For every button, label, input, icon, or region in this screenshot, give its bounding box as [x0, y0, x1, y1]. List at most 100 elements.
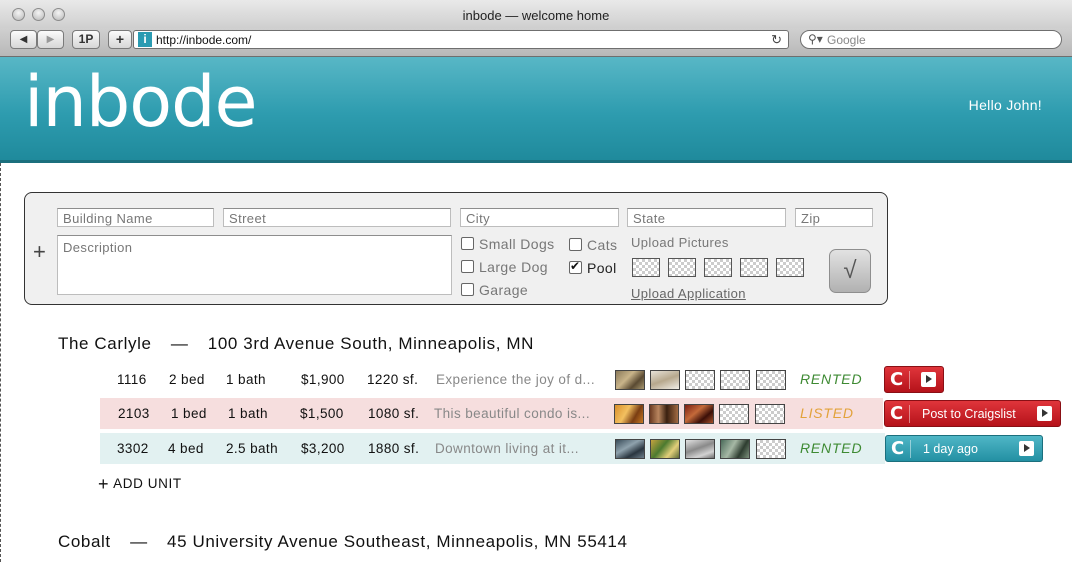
- site-favicon-icon: i: [138, 32, 152, 47]
- title-separator: —: [130, 532, 148, 551]
- large-dog-label: Large Dog: [479, 259, 548, 275]
- cats-label: Cats: [587, 237, 618, 253]
- unit-rent: $1,500: [300, 406, 344, 421]
- picture-slot[interactable]: [740, 258, 768, 277]
- site-header: inbode Hello John!: [0, 57, 1072, 163]
- unit-description: This beautiful condo is...: [434, 406, 590, 421]
- street-input[interactable]: Street: [223, 208, 451, 227]
- add-bookmark-button[interactable]: +: [108, 30, 132, 49]
- description-textarea[interactable]: Description: [57, 235, 452, 295]
- status-badge: RENTED: [800, 371, 863, 387]
- garage-checkbox[interactable]: Garage: [461, 282, 528, 298]
- pool-label: Pool: [587, 260, 617, 276]
- unit-beds: 2 bed: [169, 372, 205, 387]
- building-name[interactable]: The Carlyle: [58, 334, 152, 353]
- post-to-craigslist-button[interactable]: C Post to Craigslist: [884, 400, 1061, 427]
- empty-photo-slot[interactable]: [755, 404, 785, 424]
- empty-photo-slot[interactable]: [756, 439, 786, 459]
- picture-slot[interactable]: [668, 258, 696, 277]
- unit-number: 2103: [118, 406, 150, 421]
- pool-checkbox[interactable]: Pool: [569, 259, 617, 276]
- add-building-icon[interactable]: +: [33, 239, 46, 265]
- unit-photo[interactable]: [615, 439, 645, 459]
- large-dog-checkbox[interactable]: Large Dog: [461, 259, 548, 275]
- building-title: The Carlyle — 100 3rd Avenue South, Minn…: [58, 334, 534, 354]
- building-name-input[interactable]: Building Name: [57, 208, 214, 227]
- zip-input[interactable]: Zip: [795, 208, 873, 227]
- unit-description: Downtown living at it...: [435, 441, 579, 456]
- craigslist-button[interactable]: C: [884, 366, 944, 393]
- building-address: 100 3rd Avenue South, Minneapolis, MN: [207, 334, 534, 353]
- checkmark-icon: [569, 259, 582, 274]
- unit-sqft: 1880 sf.: [368, 441, 420, 456]
- unit-row[interactable]: 3302 4 bed 2.5 bath $3,200 1880 sf. Down…: [100, 433, 1043, 464]
- status-badge: RENTED: [800, 440, 863, 456]
- title-separator: —: [170, 334, 189, 353]
- onepassword-button[interactable]: 1P: [72, 30, 100, 49]
- status-badge: LISTED: [800, 405, 854, 421]
- cats-checkbox[interactable]: Cats: [569, 237, 617, 253]
- add-building-form: + Building Name Street City State Zip De…: [24, 192, 888, 305]
- empty-photo-slot[interactable]: [756, 370, 786, 390]
- unit-row[interactable]: 1116 2 bed 1 bath $1,900 1220 sf. Experi…: [100, 364, 960, 395]
- window-titlebar: inbode — welcome home: [0, 0, 1072, 28]
- building-address: 45 University Avenue Southeast, Minneapo…: [167, 532, 628, 551]
- play-arrow-icon: [1037, 406, 1052, 421]
- empty-photo-slot[interactable]: [720, 370, 750, 390]
- unit-baths: 1 bath: [226, 372, 266, 387]
- craigslist-button-label: Post to Craigslist: [922, 407, 1016, 421]
- craigslist-posted-button[interactable]: C 1 day ago: [885, 435, 1043, 462]
- url-text: http://inbode.com/: [156, 33, 252, 47]
- unit-number: 3302: [117, 441, 149, 456]
- unit-photo[interactable]: [685, 439, 715, 459]
- unit-sqft: 1220 sf.: [367, 372, 419, 387]
- unit-photo[interactable]: [720, 439, 750, 459]
- unit-number: 1116: [117, 372, 147, 387]
- unit-row[interactable]: 2103 1 bed 1 bath $1,500 1080 sf. This b…: [100, 398, 1062, 429]
- unit-photo[interactable]: [684, 404, 714, 424]
- unit-photo[interactable]: [615, 370, 645, 390]
- unit-beds: 1 bed: [171, 406, 207, 421]
- unit-rent: $1,900: [301, 372, 345, 387]
- unit-photo[interactable]: [650, 370, 680, 390]
- unit-photo[interactable]: [650, 439, 680, 459]
- empty-photo-slot[interactable]: [685, 370, 715, 390]
- picture-slot[interactable]: [704, 258, 732, 277]
- checkbox-icon: [461, 260, 474, 273]
- craigslist-icon: C: [890, 403, 904, 424]
- unit-photo[interactable]: [649, 404, 679, 424]
- reload-icon[interactable]: ↻: [771, 32, 782, 48]
- garage-label: Garage: [479, 282, 529, 298]
- window-title: inbode — welcome home: [462, 8, 610, 23]
- search-field[interactable]: ⚲▾ Google: [800, 30, 1062, 49]
- browser-toolbar: ◀ ▶ 1P + i http://inbode.com/ ↻ ⚲▾ Googl…: [0, 28, 1072, 57]
- building-title: Cobalt — 45 University Avenue Southeast,…: [58, 532, 628, 552]
- unit-photo[interactable]: [614, 404, 644, 424]
- forward-button[interactable]: ▶: [37, 30, 64, 49]
- picture-slot[interactable]: [632, 258, 660, 277]
- upload-application-link[interactable]: Upload Application: [631, 286, 746, 301]
- building-name[interactable]: Cobalt: [58, 532, 111, 551]
- craigslist-icon: C: [890, 369, 904, 390]
- state-input[interactable]: State: [627, 208, 786, 227]
- small-dogs-checkbox[interactable]: Small Dogs: [461, 236, 555, 252]
- unit-baths: 2.5 bath: [226, 441, 278, 456]
- add-unit-button[interactable]: + ADD UNIT: [98, 474, 182, 495]
- unit-beds: 4 bed: [168, 441, 204, 456]
- empty-photo-slot[interactable]: [719, 404, 749, 424]
- back-button[interactable]: ◀: [10, 30, 37, 49]
- play-arrow-icon: [921, 372, 936, 387]
- user-greeting: Hello John!: [968, 97, 1042, 113]
- button-divider: [909, 371, 910, 389]
- picture-slot[interactable]: [776, 258, 804, 277]
- submit-building-button[interactable]: √: [829, 249, 871, 293]
- address-bar[interactable]: i http://inbode.com/ ↻: [133, 30, 789, 49]
- button-divider: [909, 405, 910, 423]
- inbode-logo[interactable]: inbode: [24, 61, 258, 143]
- craigslist-icon: C: [891, 438, 905, 459]
- play-arrow-icon: [1019, 441, 1034, 456]
- plus-icon: +: [98, 474, 110, 494]
- add-unit-label: ADD UNIT: [113, 476, 182, 491]
- unit-baths: 1 bath: [228, 406, 268, 421]
- city-input[interactable]: City: [460, 208, 619, 227]
